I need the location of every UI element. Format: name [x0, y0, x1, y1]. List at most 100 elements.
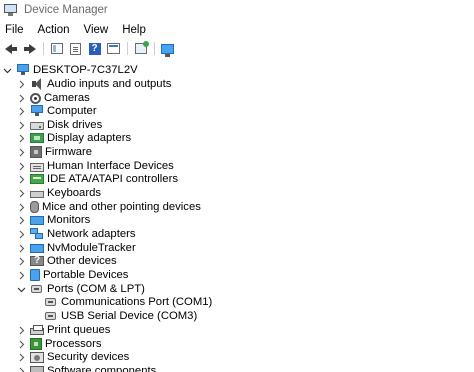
- chevron-right-icon[interactable]: [17, 159, 26, 173]
- tree-item-software-components[interactable]: Software components: [0, 364, 474, 372]
- monitor-icon: [161, 43, 174, 57]
- chevron-right-icon[interactable]: [17, 118, 26, 132]
- toolbar-divider: [154, 42, 155, 55]
- tree-item-label: Network adapters: [47, 228, 136, 240]
- tree-item-cameras[interactable]: Cameras: [0, 91, 474, 105]
- menu-help[interactable]: Help: [115, 24, 153, 36]
- keyboard-icon: [30, 191, 44, 198]
- tree-item-label: Disk drives: [47, 119, 103, 131]
- chevron-down-icon[interactable]: [3, 63, 12, 77]
- tree-item-label: Firmware: [45, 146, 93, 158]
- tree-child-label: Communications Port (COM1): [61, 296, 213, 308]
- chevron-right-icon[interactable]: [17, 323, 26, 337]
- tree-item-audio[interactable]: Audio inputs and outputs: [0, 77, 474, 91]
- computer-icon: [16, 64, 30, 76]
- device-properties-button[interactable]: [105, 41, 122, 56]
- tree-item-security-devices[interactable]: Security devices: [0, 350, 474, 364]
- forward-arrow-icon: [23, 43, 36, 54]
- tree-item-label: Print queues: [47, 324, 111, 336]
- chevron-right-icon[interactable]: [17, 254, 26, 268]
- chevron-right-icon[interactable]: [17, 350, 26, 364]
- tree-item-ports[interactable]: Ports (COM & LPT): [0, 282, 474, 296]
- computer-icon: [30, 105, 44, 117]
- tree-item-nvmoduletracker[interactable]: NvModuleTracker: [0, 241, 474, 255]
- properties-sheet-button[interactable]: [67, 41, 84, 56]
- tree-item-portable-devices[interactable]: Portable Devices: [0, 268, 474, 282]
- mouse-icon: [30, 201, 39, 213]
- tree-item-label: Display adapters: [47, 132, 132, 144]
- portable-device-icon: [30, 269, 40, 281]
- window-title: Device Manager: [24, 4, 108, 16]
- chevron-right-icon[interactable]: [17, 186, 26, 200]
- tree-root-label: DESKTOP-7C37L2V: [33, 64, 138, 76]
- chevron-right-icon[interactable]: [17, 227, 26, 241]
- chevron-right-icon[interactable]: [17, 364, 26, 372]
- back-arrow-icon: [4, 43, 17, 54]
- tree-item-label: Processors: [45, 338, 102, 350]
- tree-item-processors[interactable]: Processors: [0, 337, 474, 351]
- chevron-right-icon[interactable]: [17, 241, 26, 255]
- tree-child-com1[interactable]: Communications Port (COM1): [0, 295, 474, 309]
- menu-view[interactable]: View: [77, 24, 116, 36]
- toolbar: ?: [0, 40, 474, 57]
- camera-icon: [30, 92, 41, 104]
- tree-item-disk-drives[interactable]: Disk drives: [0, 118, 474, 132]
- menu-bar: File Action View Help: [0, 21, 474, 39]
- tree-item-label: Computer: [47, 105, 97, 117]
- device-tree: DESKTOP-7C37L2V Audio inputs and outputs…: [0, 61, 474, 372]
- title-bar: Device Manager: [0, 0, 474, 20]
- chevron-right-icon[interactable]: [17, 213, 26, 227]
- tree-item-print-queues[interactable]: Print queues: [0, 323, 474, 337]
- port-icon: [30, 283, 44, 295]
- tree-item-network-adapters[interactable]: Network adapters: [0, 227, 474, 241]
- menu-file[interactable]: File: [0, 24, 31, 36]
- nvmodule-icon: [30, 244, 44, 253]
- console-tree-icon: [50, 43, 63, 54]
- other-device-icon: [30, 255, 44, 266]
- display-monitor-button[interactable]: [159, 41, 176, 57]
- menu-action[interactable]: Action: [31, 24, 77, 36]
- tree-root-row[interactable]: DESKTOP-7C37L2V: [0, 63, 474, 77]
- help-icon: ?: [88, 42, 101, 55]
- speaker-icon: [30, 78, 44, 90]
- tree-item-ide-controllers[interactable]: IDE ATA/ATAPI controllers: [0, 172, 474, 186]
- tree-item-label: Software components: [47, 365, 157, 372]
- scan-for-hardware-changes-button[interactable]: [132, 41, 149, 56]
- chevron-right-icon[interactable]: [17, 145, 26, 159]
- chevron-right-icon[interactable]: [17, 268, 26, 282]
- tree-item-display-adapters[interactable]: Display adapters: [0, 131, 474, 145]
- show-hide-console-tree-button[interactable]: [48, 41, 65, 56]
- tree-item-label: IDE ATA/ATAPI controllers: [47, 173, 178, 185]
- tree-item-firmware[interactable]: Firmware: [0, 145, 474, 159]
- display-adapter-icon: [30, 133, 44, 143]
- scan-hardware-icon: [134, 41, 149, 54]
- tree-item-keyboards[interactable]: Keyboards: [0, 186, 474, 200]
- chevron-right-icon[interactable]: [17, 77, 26, 91]
- tree-item-hid[interactable]: Human Interface Devices: [0, 159, 474, 173]
- tree-child-label: USB Serial Device (COM3): [61, 310, 198, 322]
- processor-icon: [30, 338, 42, 350]
- chevron-right-icon[interactable]: [17, 200, 26, 214]
- chevron-right-icon[interactable]: [17, 91, 26, 105]
- tree-item-computer[interactable]: Computer: [0, 104, 474, 118]
- device-properties-icon: [107, 43, 120, 54]
- port-icon: [44, 310, 58, 322]
- tree-item-monitors[interactable]: Monitors: [0, 213, 474, 227]
- tree-item-label: Other devices: [47, 255, 117, 267]
- tree-item-mice[interactable]: Mice and other pointing devices: [0, 200, 474, 214]
- chevron-right-icon[interactable]: [17, 172, 26, 186]
- chevron-right-icon[interactable]: [17, 104, 26, 118]
- tree-item-other-devices[interactable]: Other devices: [0, 254, 474, 268]
- tree-child-com3[interactable]: USB Serial Device (COM3): [0, 309, 474, 323]
- chevron-right-icon[interactable]: [17, 131, 26, 145]
- chevron-down-icon[interactable]: [17, 282, 26, 296]
- back-button[interactable]: [2, 41, 19, 56]
- forward-button[interactable]: [21, 41, 38, 56]
- software-component-icon: [30, 366, 44, 372]
- firmware-icon: [30, 146, 42, 158]
- help-button[interactable]: ?: [86, 41, 103, 56]
- security-device-icon: [30, 351, 44, 363]
- tree-item-label: Portable Devices: [43, 269, 129, 281]
- chevron-right-icon[interactable]: [17, 337, 26, 351]
- toolbar-divider: [43, 42, 44, 55]
